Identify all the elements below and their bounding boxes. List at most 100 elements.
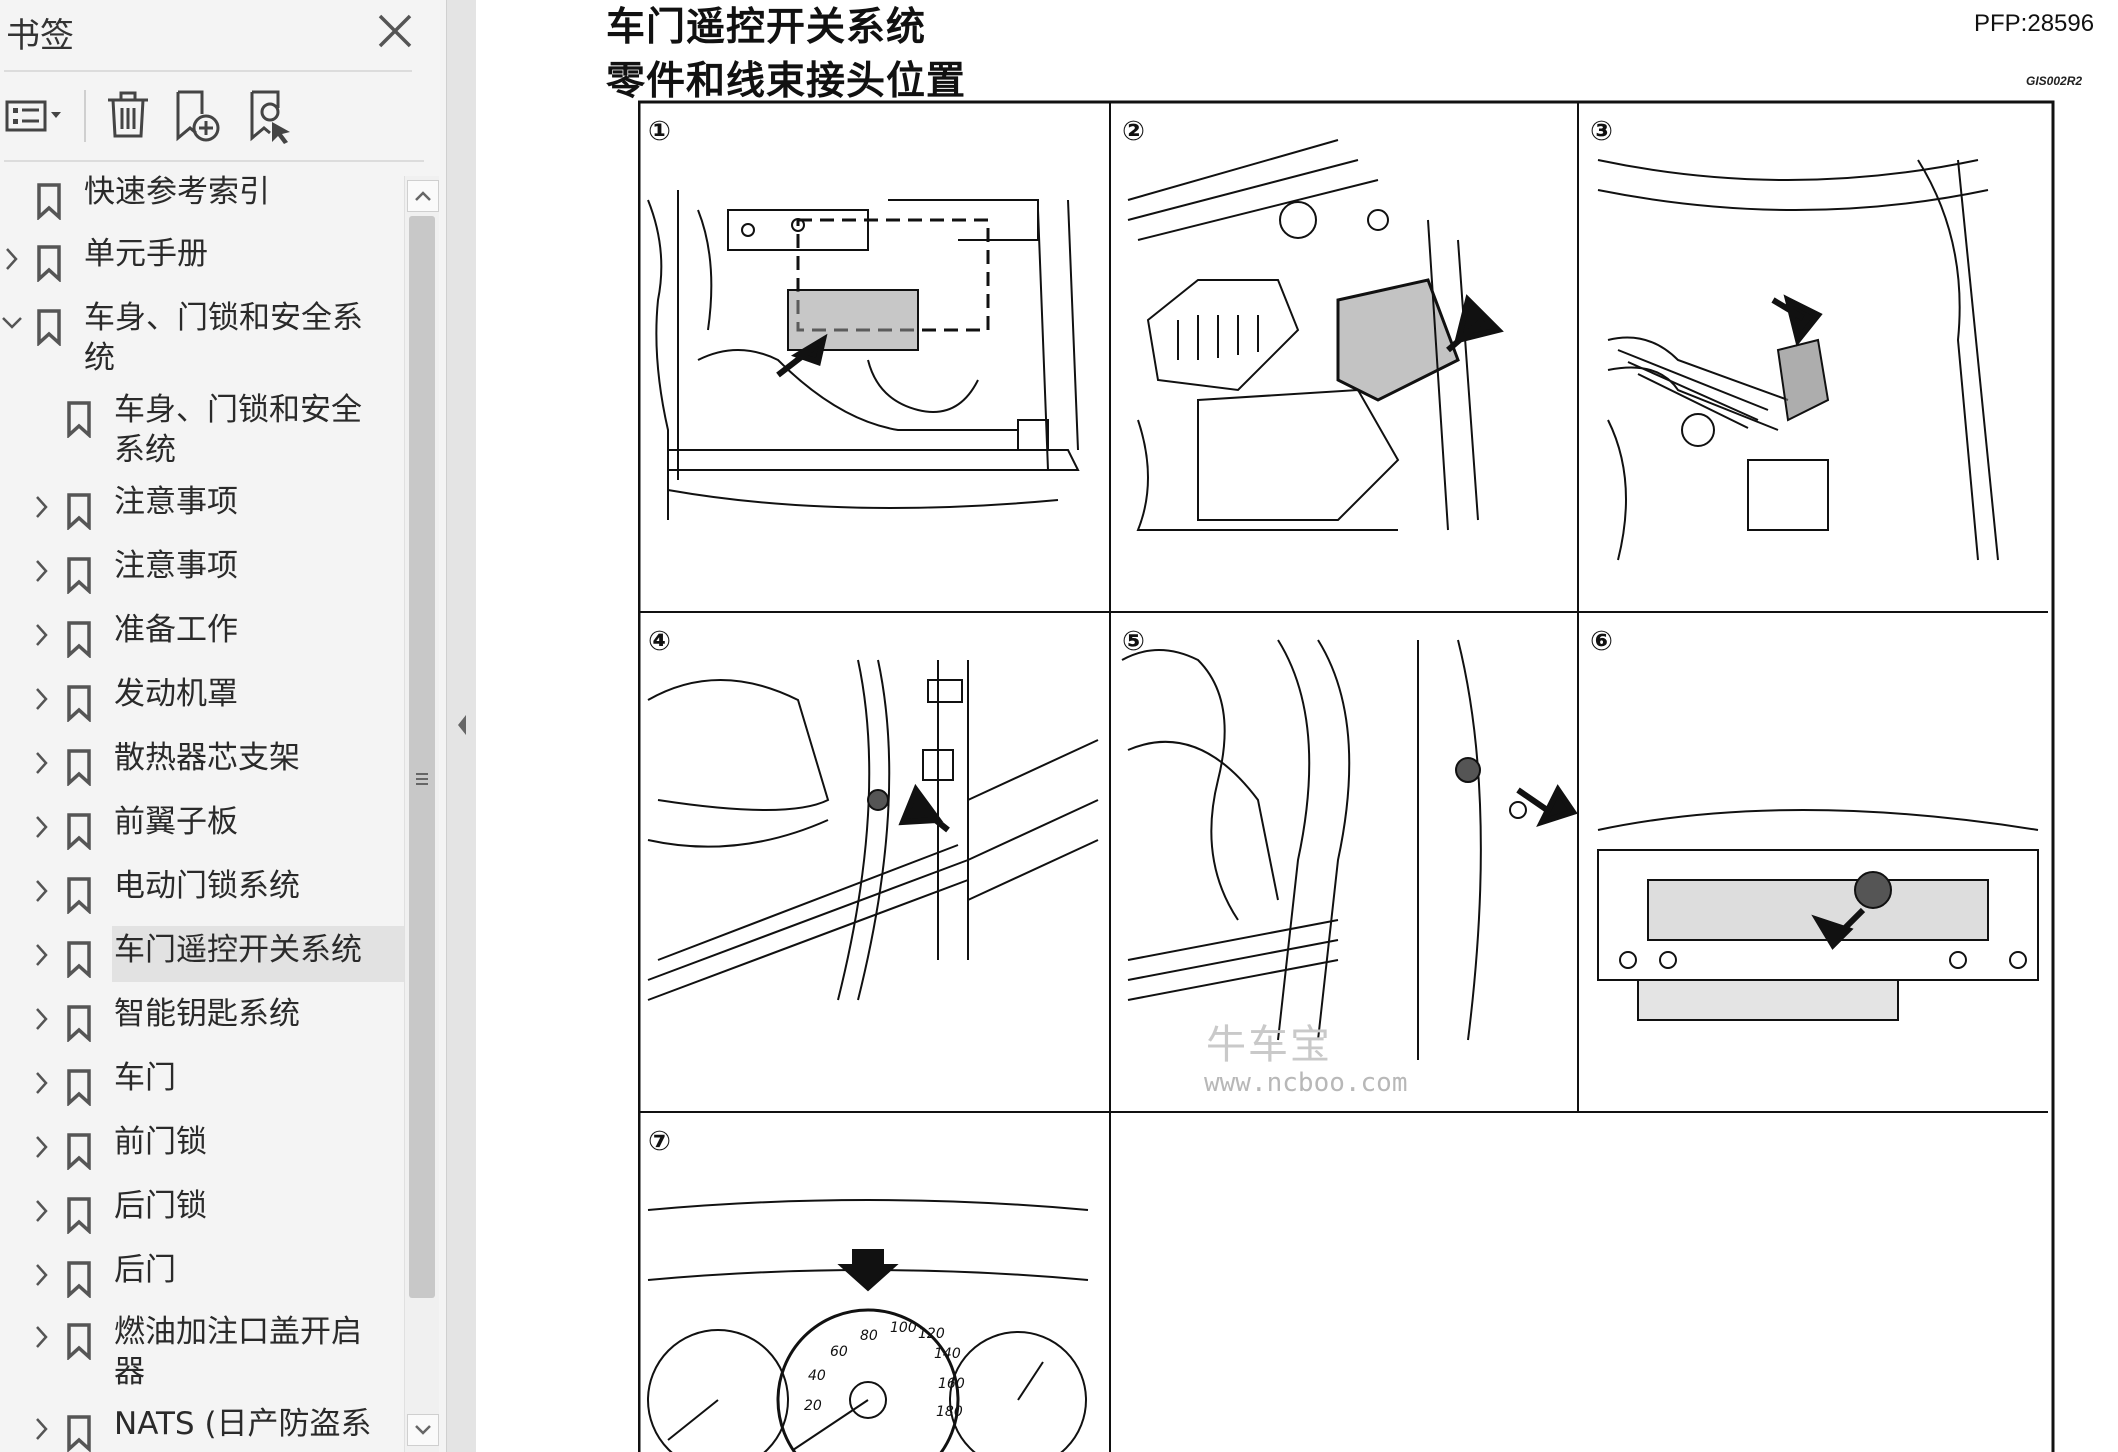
bookmark-label: 快速参考索引 (84, 174, 270, 210)
bookmark-label: 车身、门锁和安全系统 (84, 300, 363, 376)
find-bookmark-icon[interactable] (246, 84, 298, 150)
bookmarks-toolbar (0, 84, 430, 156)
gauge-label: 160 (938, 1376, 965, 1392)
chevron-right-icon[interactable] (30, 812, 54, 842)
bookmarks-scrollbar[interactable] (404, 176, 439, 1452)
bookmark-label: 注意事项 (114, 548, 238, 584)
chevron-right-icon[interactable] (30, 1196, 54, 1226)
bookmark-icon (67, 1069, 91, 1106)
scroll-up-button[interactable] (407, 180, 439, 212)
options-menu-icon[interactable] (4, 84, 68, 150)
bookmark-icon (67, 877, 91, 914)
panel-5-illustration (1121, 639, 1578, 1060)
divider (4, 70, 412, 72)
panel-number: ⑦ (648, 1126, 671, 1157)
chevron-right-icon[interactable] (30, 492, 54, 522)
bookmark-icon (67, 1133, 91, 1170)
connector-location-figure: ① ② ③ ④ ⑤ ⑥ ⑦ 60 80 100 120 140 160 180 … (638, 100, 2055, 1452)
scroll-down-button[interactable] (407, 1414, 439, 1446)
bookmark-label: 后门锁 (114, 1188, 207, 1224)
chevron-right-icon[interactable] (30, 1414, 54, 1444)
bookmark-icon (67, 1005, 91, 1042)
chevron-right-icon[interactable] (30, 1004, 54, 1034)
bookmark-label: 智能钥匙系统 (114, 996, 300, 1032)
gauge-label: 20 (804, 1398, 822, 1414)
figure-code: GIS002R2 (2026, 74, 2083, 88)
chevron-right-icon[interactable] (30, 1260, 54, 1290)
panel-3-illustration (1597, 159, 1999, 561)
panel-number: ⑥ (1590, 626, 1613, 657)
panel-number: ③ (1590, 116, 1613, 147)
panel-7-illustration (647, 1199, 1089, 1452)
bookmark-icon (67, 749, 91, 786)
bookmarks-header: 书签 (0, 0, 446, 66)
bookmark-icon (67, 557, 91, 594)
panel-2-illustration (1127, 139, 1504, 531)
panel-number: ① (648, 116, 671, 147)
bookmark-tree: 快速参考索引 单元手册 车身、门锁和安全系统 车身、门锁和安全系统 注意事项 注意事项 准备… (0, 168, 404, 1452)
bookmark-icon (67, 1261, 91, 1298)
bookmark-icon (67, 1197, 91, 1234)
chevron-right-icon[interactable] (30, 748, 54, 778)
chevron-right-icon[interactable] (0, 244, 24, 274)
chevron-down-icon[interactable] (0, 308, 24, 338)
gauge-label: 60 (830, 1344, 848, 1360)
chevron-right-icon[interactable] (30, 876, 54, 906)
page-subtitle: 零件和线束接头位置 (606, 59, 967, 104)
bookmark-label: 车身、门锁和安全系统 (114, 392, 362, 468)
bookmarks-pane: 书签 快速参考索引 单元手册 车身、门锁和安全系统 车身、门锁和安全系统 注意事… (0, 0, 446, 1452)
bookmark-label: 发动机罩 (114, 676, 238, 712)
bookmark-icon (67, 621, 91, 658)
panel-number: ② (1122, 116, 1145, 147)
bookmarks-title: 书签 (6, 16, 74, 56)
document-page: 车门遥控开关系统 零件和线束接头位置 PFP:28596 GIS002R2 ① … (476, 0, 2118, 1452)
bookmark-label: 前翼子板 (114, 804, 238, 840)
delete-bookmark-icon[interactable] (104, 84, 152, 150)
bookmark-label: 车门遥控开关系统 (114, 932, 362, 968)
close-icon[interactable] (370, 6, 420, 56)
panel-1-illustration (647, 190, 1080, 520)
page-title: 车门遥控开关系统 (606, 5, 927, 50)
divider (4, 160, 424, 162)
bookmark-label: 散热器芯支架 (114, 740, 300, 776)
collapse-pane-icon[interactable] (455, 712, 469, 738)
gauge-label: 140 (934, 1346, 961, 1362)
add-bookmark-icon[interactable] (172, 84, 226, 150)
gauge-label: 120 (918, 1326, 945, 1342)
chevron-right-icon[interactable] (30, 1068, 54, 1098)
bookmark-label: 后门 (114, 1252, 176, 1288)
gauge-label: 80 (860, 1328, 878, 1344)
chevron-right-icon[interactable] (30, 940, 54, 970)
bookmark-icon (67, 1415, 91, 1452)
chevron-right-icon[interactable] (30, 1322, 54, 1352)
watermark: 牛车宝 (1206, 1022, 1332, 1068)
gauge-label: 180 (936, 1404, 963, 1420)
scroll-thumb[interactable] (409, 216, 435, 1298)
bookmark-label: 燃油加注口盖开启器 (114, 1314, 362, 1390)
bookmark-icon (37, 309, 61, 346)
bookmark-icon (37, 183, 61, 220)
watermark-url: www.ncboo.com (1204, 1068, 1408, 1098)
gauge-label: 100 (890, 1320, 917, 1336)
bookmark-icon (67, 813, 91, 850)
chevron-right-icon[interactable] (30, 620, 54, 650)
bookmark-icon (67, 401, 91, 438)
page-code: PFP:28596 (1974, 10, 2095, 37)
pane-splitter[interactable] (446, 0, 478, 1452)
chevron-right-icon[interactable] (30, 556, 54, 586)
chevron-right-icon[interactable] (30, 1132, 54, 1162)
bookmark-label: NATS (日产防盗系 (114, 1406, 372, 1442)
bookmark-icon (67, 493, 91, 530)
bookmark-label: 前门锁 (114, 1124, 207, 1160)
bookmark-label: 注意事项 (114, 484, 238, 520)
bookmark-icon (67, 685, 91, 722)
panel-4-illustration (647, 659, 1099, 1001)
panel-6-illustration (1597, 809, 2039, 1021)
chevron-right-icon[interactable] (30, 684, 54, 714)
bookmark-label: 准备工作 (114, 612, 238, 648)
bookmark-icon (67, 941, 91, 978)
panel-number: ④ (648, 626, 671, 657)
bookmark-icon (37, 245, 61, 282)
bookmark-label: 单元手册 (84, 236, 208, 272)
grip-icon (416, 773, 428, 785)
